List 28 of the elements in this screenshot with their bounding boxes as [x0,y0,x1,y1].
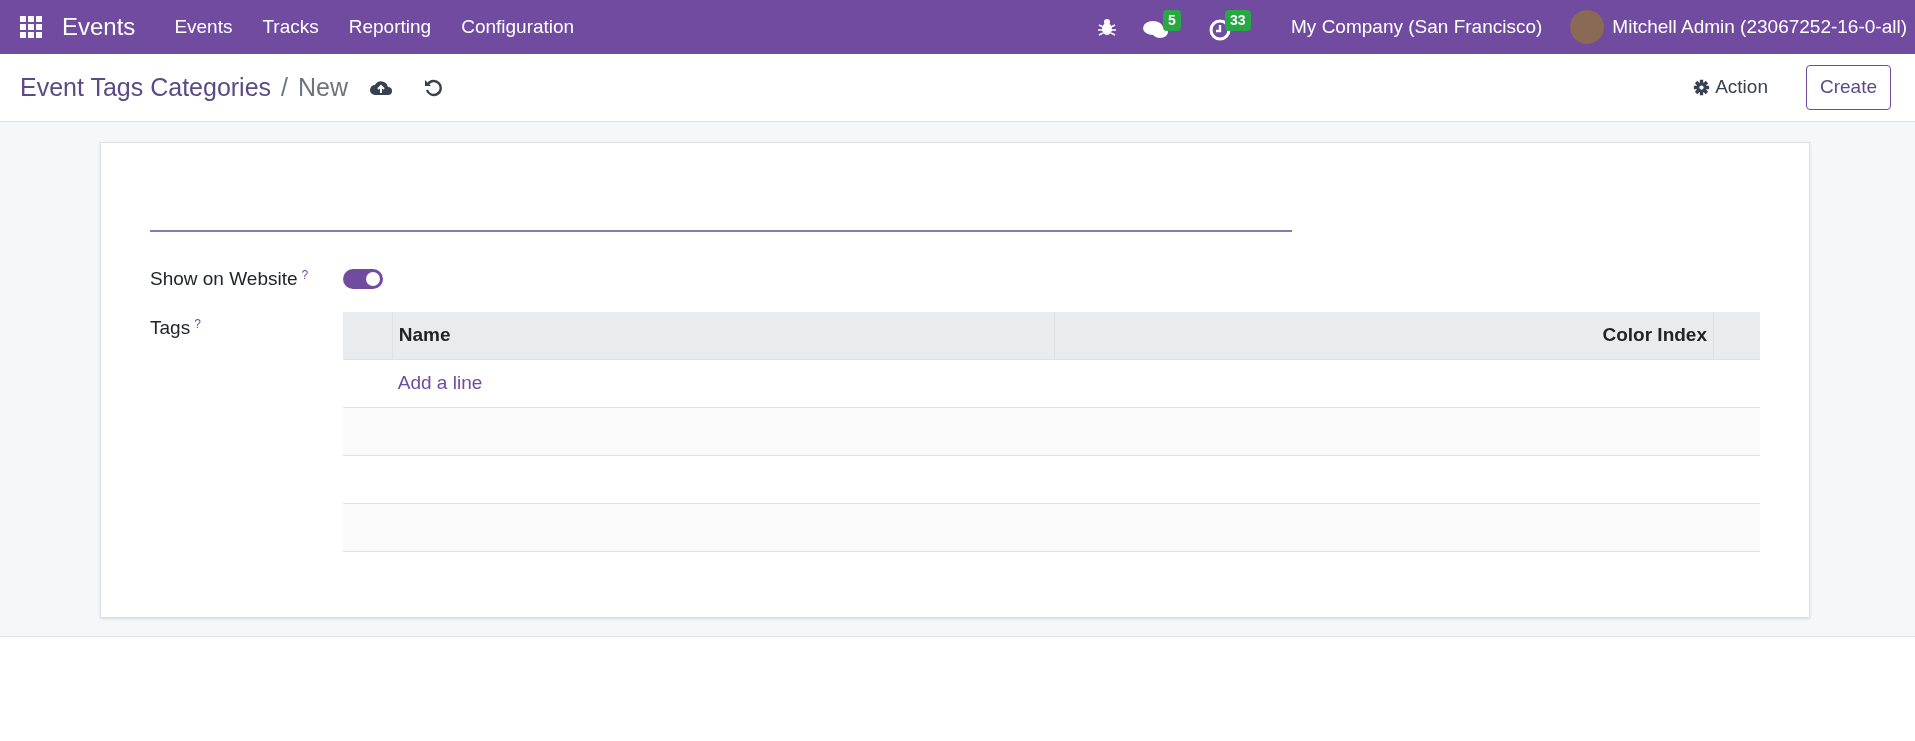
help-tooltip[interactable]: ? [194,317,201,331]
toggle-switch[interactable] [343,269,383,289]
menu-item[interactable]: Events [159,12,248,42]
app-name[interactable]: Events [62,9,136,45]
menu-item[interactable]: Tracks [247,12,334,42]
message-count-badge: 5 [1163,10,1181,31]
column-header[interactable]: Name [398,321,451,350]
menu-item[interactable]: Reporting [333,12,447,42]
clock-icon[interactable] [1209,19,1232,41]
cloud-upload-icon[interactable] [370,78,393,97]
gear-icon [1693,79,1711,96]
create-button[interactable]: Create [1805,65,1891,110]
action-button[interactable]: Action [1693,73,1768,102]
field-label: Show on Website [150,267,298,289]
column-header[interactable]: Color Index [1602,321,1707,350]
user-menu[interactable]: Mitchell Admin (23067252-16-0-all) [1612,12,1907,42]
discard-icon[interactable] [424,78,443,97]
company-switcher[interactable]: My Company (San Francisco) [1291,12,1543,42]
add-line-link[interactable]: Add a line [397,369,483,398]
breadcrumb-link[interactable]: Event Tags Categories [20,68,272,107]
apps-grid-icon[interactable] [20,16,42,38]
menu-item[interactable]: Configuration [446,12,590,42]
bug-icon[interactable] [1097,17,1118,37]
breadcrumb-separator: / [281,71,289,103]
field-label: Tags [150,317,191,338]
help-tooltip[interactable]: ? [301,267,309,282]
breadcrumb-current: New [298,71,349,103]
activity-count-badge: 33 [1225,10,1251,31]
